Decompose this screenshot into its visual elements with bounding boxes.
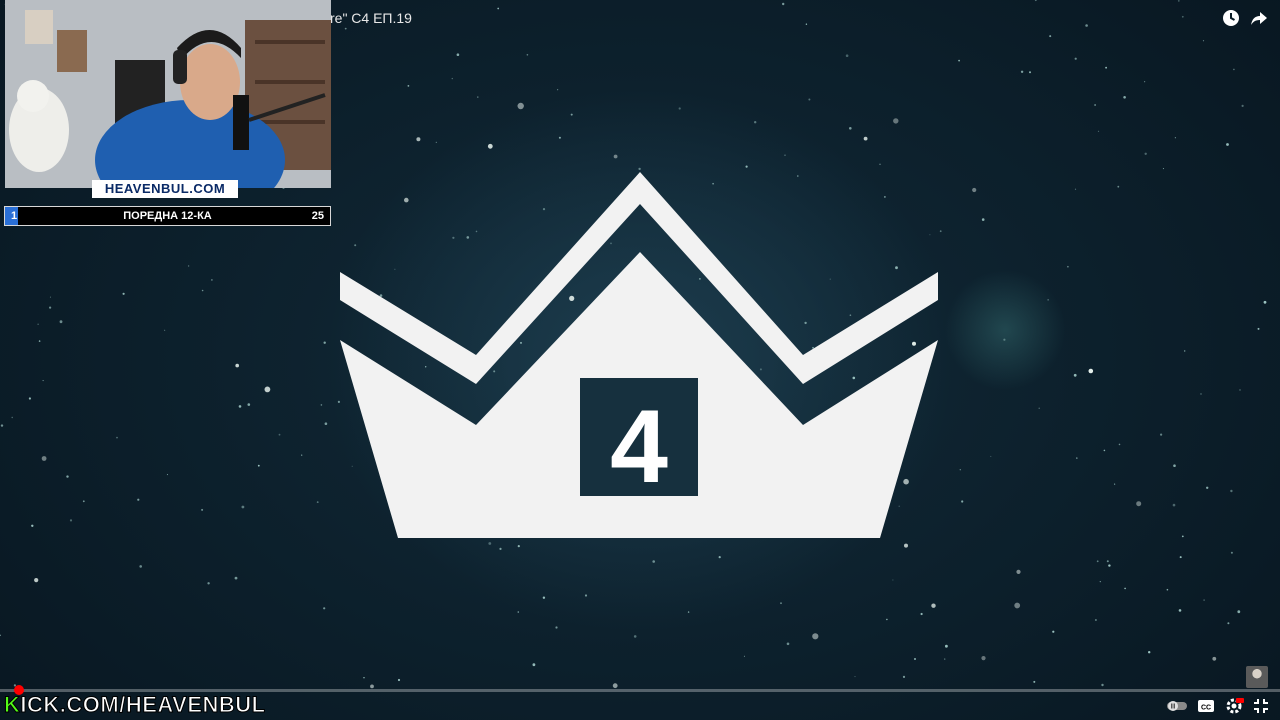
streamer-webcam xyxy=(5,0,331,188)
watch-later-icon[interactable] xyxy=(1222,9,1240,27)
kick-channel-banner: KICK.COM/HEAVENBUL xyxy=(3,692,266,718)
kick-channel-url: ICK.COM/HEAVENBUL xyxy=(20,692,266,718)
kick-logo-letter: K xyxy=(3,692,21,718)
channel-brand-label: HEAVENBUL.COM xyxy=(92,180,238,198)
goal-label: ПОРЕДНА 12-КА xyxy=(123,210,212,222)
subtitles-icon[interactable]: CC xyxy=(1196,697,1216,715)
settings-icon[interactable] xyxy=(1224,697,1244,715)
video-title[interactable]: re" С4 ЕП.19 xyxy=(330,10,412,26)
autoplay-toggle-icon[interactable] xyxy=(1166,697,1188,715)
share-icon[interactable] xyxy=(1250,9,1268,27)
goal-target-value: 25 xyxy=(311,210,324,222)
svg-text:CC: CC xyxy=(1201,705,1211,712)
goal-current-value: 1 xyxy=(11,210,18,222)
crown-number: 4 xyxy=(610,389,668,505)
channel-avatar-thumbnail[interactable] xyxy=(1246,666,1268,688)
goal-progress-bar: ПОРЕДНА 12-КА 1 25 xyxy=(4,206,331,226)
exit-fullscreen-icon[interactable] xyxy=(1252,697,1270,715)
webcam-scene xyxy=(5,0,331,188)
